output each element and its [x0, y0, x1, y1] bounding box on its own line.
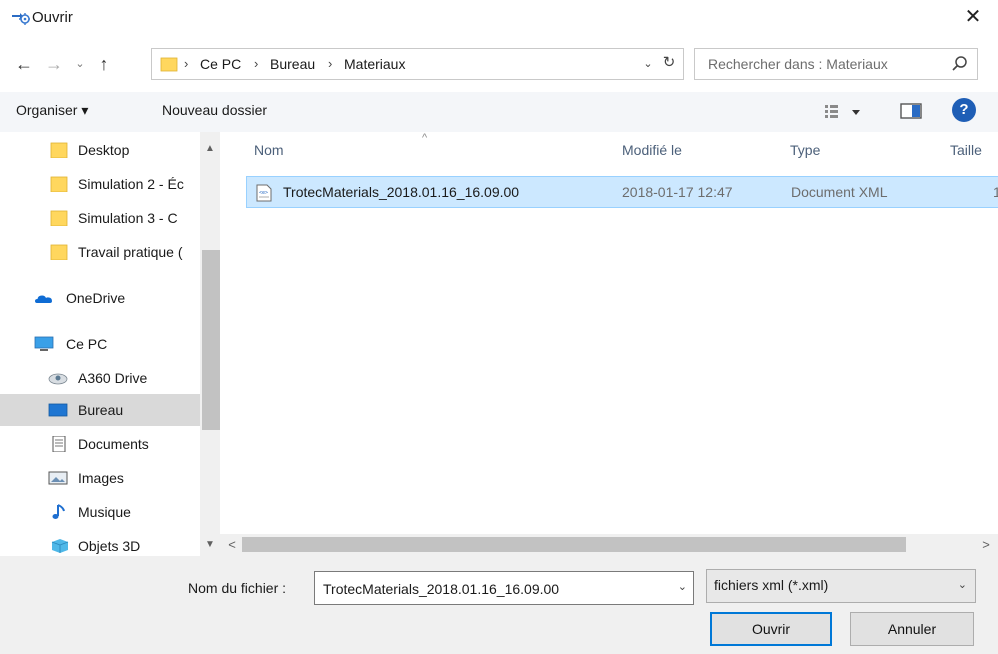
nav-item-label: Travail pratique (: [78, 244, 183, 260]
nav-item-musique[interactable]: Musique: [0, 496, 200, 528]
file-modified: 2018-01-17 12:47: [622, 184, 733, 200]
nav-item-desktop[interactable]: Desktop: [0, 134, 200, 166]
search-input[interactable]: Rechercher dans : Materiaux: [694, 48, 978, 80]
file-size: 1: [993, 184, 998, 200]
nav-item-label: Objets 3D: [78, 538, 141, 554]
nav-item-label: Bureau: [78, 402, 124, 418]
breadcrumb-bureau[interactable]: Bureau: [270, 55, 315, 73]
window-title: Ouvrir: [32, 9, 73, 26]
column-header-modified[interactable]: Modifié le: [622, 142, 682, 158]
nav-item-simulation-3[interactable]: Simulation 3 - C: [0, 202, 200, 234]
a360-drive-icon: [48, 373, 68, 385]
address-dropdown-icon[interactable]: ⌄: [640, 55, 656, 73]
forward-button[interactable]: →: [42, 50, 66, 78]
new-folder-button[interactable]: Nouveau dossier: [162, 102, 267, 118]
file-row[interactable]: <e> TrotecMaterials_2018.01.16_16.09.00 …: [246, 176, 998, 208]
scroll-right-icon[interactable]: >: [976, 534, 996, 556]
nav-item-label: Musique: [78, 504, 131, 520]
close-button[interactable]: ✕: [962, 5, 984, 29]
folder-icon: [50, 142, 68, 158]
xml-file-icon: <e>: [256, 184, 272, 202]
cancel-button[interactable]: Annuler: [850, 612, 974, 646]
filename-field[interactable]: TrotecMaterials_2018.01.16_16.09.00 ⌄: [314, 571, 694, 605]
help-button[interactable]: ?: [952, 98, 976, 122]
column-header-name[interactable]: Nom: [254, 142, 284, 158]
nav-item-bureau[interactable]: Bureau: [0, 394, 200, 426]
scroll-left-icon[interactable]: <: [222, 534, 242, 556]
folder-icon: [160, 57, 178, 72]
nav-item-label: Documents: [78, 436, 149, 452]
music-icon: [52, 504, 65, 519]
up-button[interactable]: ↑: [92, 50, 116, 78]
refresh-icon[interactable]: ↻: [660, 54, 678, 72]
chevron-down-icon[interactable]: ⌄: [958, 578, 967, 591]
nav-item-ce-pc[interactable]: Ce PC: [0, 328, 200, 360]
address-bar[interactable]: › Ce PC › Bureau › Materiaux ⌄ ↻: [151, 48, 684, 80]
breadcrumb-materiaux[interactable]: Materiaux: [344, 55, 405, 73]
column-header-size[interactable]: Taille: [950, 142, 982, 158]
filetype-value: fichiers xml (*.xml): [714, 577, 829, 593]
folder-icon: [50, 210, 68, 226]
address-row: ← → ⌄ ↑ › Ce PC › Bureau › Materiaux ⌄ ↻…: [0, 44, 998, 84]
recent-locations-button[interactable]: ⌄: [68, 50, 92, 78]
column-header-type[interactable]: Type: [790, 142, 820, 158]
breadcrumb-separator: ›: [254, 56, 259, 71]
breadcrumb-ce-pc[interactable]: Ce PC: [200, 55, 241, 73]
nav-item-a360-drive[interactable]: A360 Drive: [0, 362, 200, 394]
chevron-down-icon[interactable]: ⌄: [678, 580, 687, 593]
command-toolbar: Organiser ▾ Nouveau dossier ?: [0, 92, 998, 132]
change-view-icon[interactable]: [822, 100, 870, 124]
sort-ascending-icon: ^: [422, 132, 428, 144]
search-icon[interactable]: [951, 55, 969, 73]
scroll-thumb[interactable]: [202, 250, 220, 430]
navigation-scrollbar[interactable]: ▲ ▼: [200, 132, 220, 556]
scroll-thumb[interactable]: [242, 537, 906, 552]
file-name: TrotecMaterials_2018.01.16_16.09.00: [283, 184, 520, 200]
file-type: Document XML: [791, 184, 888, 200]
desktop-icon: [48, 403, 68, 417]
nav-item-label: Images: [78, 470, 124, 486]
folder-icon: [50, 176, 68, 192]
nav-item-travail-pratique[interactable]: Travail pratique (: [0, 236, 200, 268]
title-bar: Ouvrir ✕: [0, 0, 998, 36]
file-list: Nom ^ Modifié le Type Taille <e> TrotecM…: [228, 132, 998, 534]
onedrive-icon: [35, 295, 52, 303]
navigation-pane: Desktop Simulation 2 - Éc Simulation 3 -…: [0, 132, 220, 556]
nav-item-label: Simulation 2 - Éc: [78, 176, 184, 192]
open-folder-app-icon: [12, 13, 30, 25]
breadcrumb-separator: ›: [184, 56, 189, 71]
nav-item-label: Desktop: [78, 142, 130, 158]
open-button[interactable]: Ouvrir: [710, 612, 832, 646]
scroll-down-icon[interactable]: ▼: [200, 536, 220, 554]
objects-3d-icon: [51, 539, 69, 553]
computer-icon: [34, 336, 54, 351]
filetype-select[interactable]: fichiers xml (*.xml) ⌄: [706, 569, 976, 603]
documents-icon: [52, 436, 66, 452]
scroll-up-icon[interactable]: ▲: [200, 140, 220, 158]
nav-item-label: Simulation 3 - C: [78, 210, 178, 226]
nav-item-label: A360 Drive: [78, 370, 148, 386]
preview-pane-icon[interactable]: [900, 102, 922, 120]
search-placeholder: Rechercher dans : Materiaux: [708, 56, 888, 72]
nav-item-label: Ce PC: [66, 336, 108, 352]
images-icon: [48, 471, 68, 485]
svg-text:<e>: <e>: [259, 190, 268, 196]
filename-value[interactable]: TrotecMaterials_2018.01.16_16.09.00: [323, 581, 559, 597]
nav-item-objets-3d[interactable]: Objets 3D: [0, 530, 200, 556]
nav-item-simulation-2[interactable]: Simulation 2 - Éc: [0, 168, 200, 200]
breadcrumb-separator: ›: [328, 56, 333, 71]
organize-button[interactable]: Organiser ▾: [16, 102, 88, 119]
nav-item-label: OneDrive: [66, 290, 126, 306]
dialog-footer: Nom du fichier : TrotecMaterials_2018.01…: [0, 556, 998, 654]
file-list-horizontal-scrollbar[interactable]: < >: [220, 534, 998, 556]
folder-icon: [50, 244, 68, 260]
filename-label: Nom du fichier :: [188, 580, 287, 596]
nav-item-documents[interactable]: Documents: [0, 428, 200, 460]
nav-item-images[interactable]: Images: [0, 462, 200, 494]
nav-item-onedrive[interactable]: OneDrive: [0, 282, 200, 314]
back-button[interactable]: ←: [12, 50, 36, 78]
